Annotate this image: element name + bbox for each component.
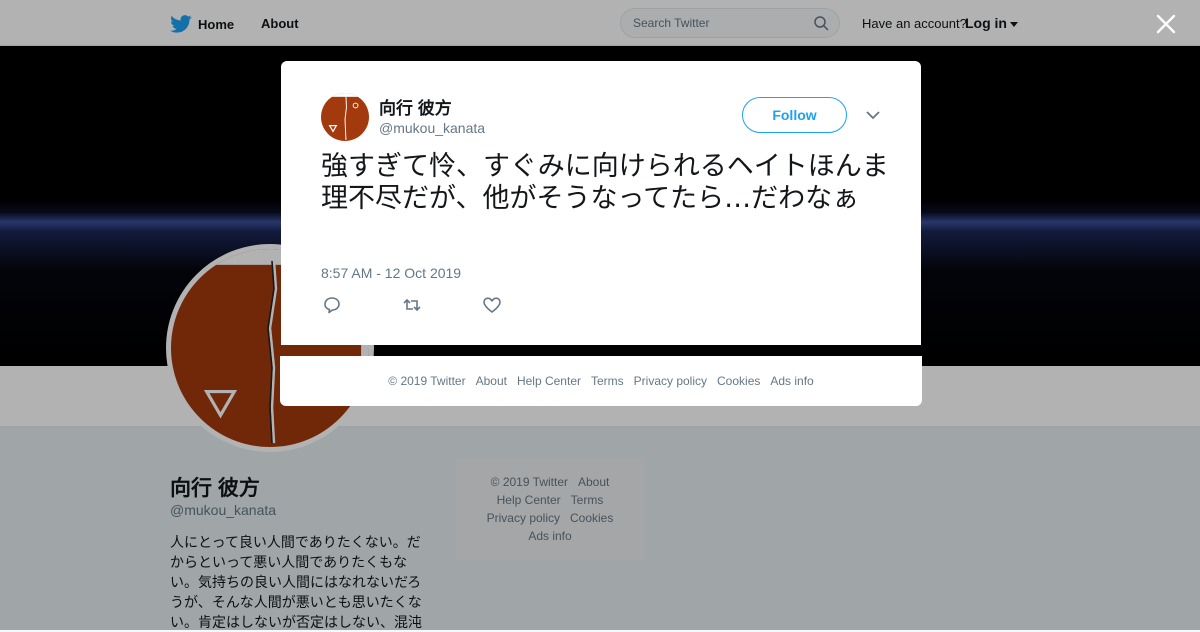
tweet-author-handle[interactable]: @mukou_kanata — [379, 120, 485, 136]
footer-copyright: © 2019 Twitter — [388, 374, 466, 388]
tweet-modal: 向行 彼方 @mukou_kanata Follow 強すぎて怜、すぐみに向けら… — [281, 61, 921, 345]
avatar-image — [321, 93, 369, 141]
close-icon[interactable] — [1155, 13, 1177, 35]
footer-cookies-link[interactable]: Cookies — [717, 374, 760, 388]
follow-button[interactable]: Follow — [742, 97, 847, 133]
retweet-button[interactable] — [402, 296, 422, 314]
modal-footer: © 2019 Twitter About Help Center Terms P… — [280, 356, 922, 406]
heart-icon — [483, 297, 501, 313]
tweet-author-avatar[interactable] — [321, 93, 369, 141]
retweet-icon — [403, 298, 421, 312]
footer-terms-link[interactable]: Terms — [591, 374, 624, 388]
reply-icon — [324, 297, 340, 314]
chevron-down-icon[interactable] — [865, 109, 881, 121]
footer-help-link[interactable]: Help Center — [517, 374, 581, 388]
like-button[interactable] — [482, 296, 502, 314]
tweet-text: 強すぎて怜、すぐみに向けられるヘイトほんま理不尽だが、他がそうなってたら…だわな… — [321, 151, 889, 214]
reply-button[interactable] — [322, 296, 342, 314]
footer-privacy-link[interactable]: Privacy policy — [634, 374, 707, 388]
footer-ads-link[interactable]: Ads info — [770, 374, 813, 388]
footer-about-link[interactable]: About — [476, 374, 507, 388]
tweet-author-name[interactable]: 向行 彼方 — [379, 94, 452, 119]
tweet-timestamp[interactable]: 8:57 AM - 12 Oct 2019 — [321, 265, 461, 281]
